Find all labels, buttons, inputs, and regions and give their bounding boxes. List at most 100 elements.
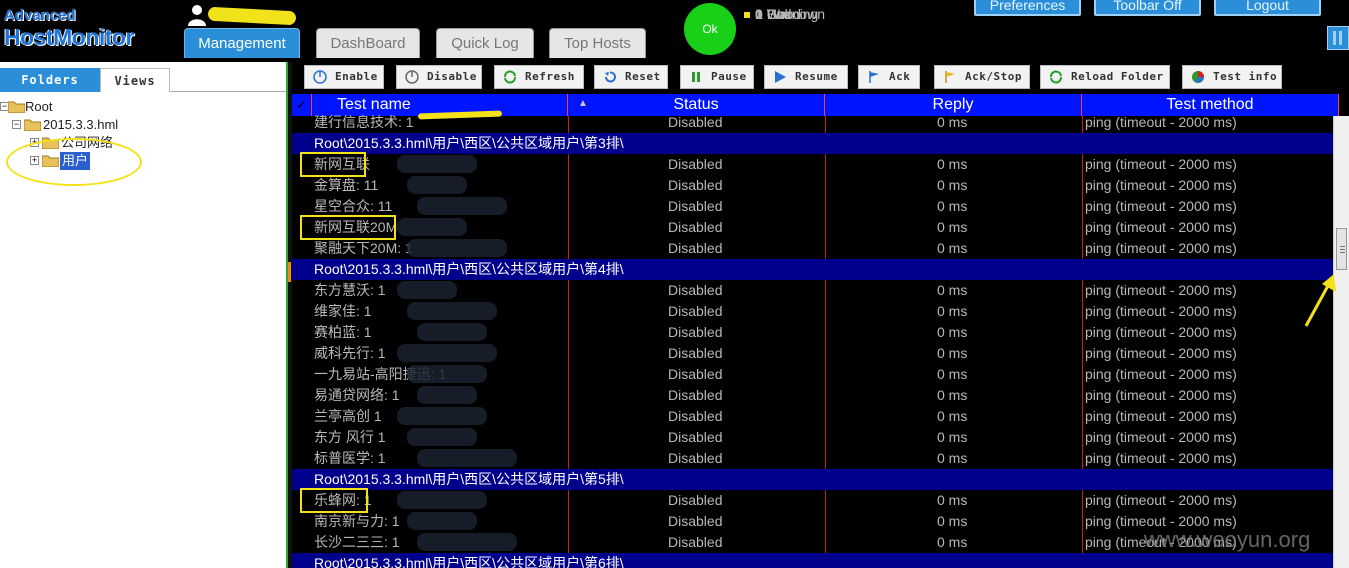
status-cell: Disabled (668, 114, 723, 130)
status-cell: Disabled (668, 450, 723, 466)
test-method-cell: ping (timeout - 2000 ms) (1085, 366, 1237, 382)
redacted-ip (397, 155, 477, 173)
folder-open-icon (24, 119, 41, 131)
test-name-cell: 维家佳: 1 (314, 303, 372, 319)
test-name-cell: 星空合众: 11 (314, 198, 393, 214)
status-cell: Disabled (668, 303, 723, 319)
reply-cell: 0 ms (937, 198, 968, 214)
tab-folders[interactable]: Folders (0, 68, 100, 92)
test-name-cell: 兰亭高创 1 (314, 408, 382, 424)
table-row[interactable]: 兰亭高创 1 Disabled 0 ms ping (timeout - 2000 m… (292, 406, 1339, 427)
redacted-ip (397, 407, 487, 425)
test-method-cell: ping (timeout - 2000 ms) (1085, 303, 1237, 319)
flag-icon (869, 71, 879, 83)
redacted-ip (417, 323, 487, 341)
scrollbar-thumb[interactable] (1336, 228, 1347, 270)
power-icon (405, 70, 419, 84)
table-row[interactable]: 易通贷网络: 1 Disabled 0 ms ping (timeout - 2000… (292, 385, 1339, 406)
tab-top-hosts[interactable]: Top Hosts (549, 28, 646, 58)
reload-folder-button[interactable]: Reload Folder (1040, 65, 1170, 89)
table-row[interactable]: 东方 风行 1 Disabled 0 ms ping (timeout - 2000 … (292, 427, 1339, 448)
reply-cell: 0 ms (937, 492, 968, 508)
disable-button[interactable]: Disable (396, 65, 482, 89)
table-row[interactable]: 标普医学: 1 Disabled 0 ms ping (timeout - 2000 … (292, 448, 1339, 469)
redacted-ip (407, 302, 497, 320)
redacted-ip (397, 344, 497, 362)
panel-bar-icon (1333, 31, 1336, 45)
toolbar-off-button[interactable]: Toolbar Off (1094, 0, 1201, 16)
power-icon (313, 70, 327, 84)
collapse-icon[interactable]: − (12, 120, 21, 129)
user-icon (188, 5, 206, 26)
reply-cell: 0 ms (937, 387, 968, 403)
reset-icon (605, 71, 616, 83)
pause-icon (692, 72, 700, 82)
reply-cell: 0 ms (937, 345, 968, 361)
status-cell: Disabled (668, 408, 723, 424)
ack-button[interactable]: Ack (858, 65, 920, 89)
preferences-button[interactable]: Preferences (974, 0, 1081, 16)
test-info-button[interactable]: Test info (1182, 65, 1282, 89)
table-row[interactable]: 赛柏蓝: 1 Disabled 0 ms ping (timeout - 2000 m… (292, 322, 1339, 343)
resume-button[interactable]: Resume (764, 65, 848, 89)
group-header-row[interactable]: Root\2015.3.3.hml\用户\西区\公共区域用户\第5排\ (292, 469, 1339, 490)
redacted-ip (407, 428, 477, 446)
table-row[interactable]: 新网互联20M Disabled 0 ms ping (timeout - 2000 … (292, 215, 1339, 240)
status-cell: Disabled (668, 219, 723, 235)
pie-icon (1192, 71, 1204, 83)
test-name-cell: 东方慧沃: 1 (314, 282, 386, 298)
tree-node-file[interactable]: − 2015.3.3.hml (0, 116, 200, 134)
vertical-scrollbar[interactable] (1333, 116, 1349, 568)
test-name-cell: 威科先行: 1 (314, 345, 386, 361)
table-row[interactable]: 威科先行: 1 Disabled 0 ms ping (timeout - 2000 … (292, 343, 1339, 364)
table-row[interactable]: 建行信息技术: 1 Disabled 0 ms ping (timeout - 200… (292, 112, 1339, 133)
test-method-cell: ping (timeout - 2000 ms) (1085, 450, 1237, 466)
enable-button[interactable]: Enable (304, 65, 384, 89)
reply-cell: 0 ms (937, 324, 968, 340)
group-header-row[interactable]: Root\2015.3.3.hml\用户\西区\公共区域用户\第4排\ (292, 259, 1339, 280)
reply-cell: 0 ms (937, 177, 968, 193)
table-row[interactable]: 新网互联 Disabled 0 ms ping (timeout - 2000 ms) (292, 152, 1339, 177)
status-cell: Disabled (668, 324, 723, 340)
redacted-ip (397, 281, 457, 299)
table-row[interactable]: 乐蜂网: 1 Disabled 0 ms ping (timeout - 2000 m… (292, 488, 1339, 513)
status-cell: Disabled (668, 492, 723, 508)
test-method-cell: ping (timeout - 2000 ms) (1085, 282, 1237, 298)
table-row[interactable]: 金算盘: 11 Disabled 0 ms ping (timeout - 2000 … (292, 175, 1339, 196)
test-name-cell: 易通贷网络: 1 (314, 387, 400, 403)
table-row[interactable]: 聚融天下20M: 1 Disabled 0 ms ping (timeout - 20… (292, 238, 1339, 259)
reply-cell: 0 ms (937, 219, 968, 235)
refresh-button[interactable]: Refresh (494, 65, 584, 89)
tab-management[interactable]: Management (184, 28, 300, 58)
pause-button[interactable]: Pause (680, 65, 754, 89)
thumb-grip (1340, 246, 1345, 247)
table-row[interactable]: 东方慧沃: 1 Disabled 0 ms ping (timeout - 2000 … (292, 280, 1339, 301)
test-method-cell: ping (timeout - 2000 ms) (1085, 177, 1237, 193)
status-cell: Disabled (668, 387, 723, 403)
tab-dashboard[interactable]: DashBoard (316, 28, 420, 58)
redacted-ip (417, 197, 507, 215)
test-name-cell: 长沙二三三: 1 (314, 534, 400, 550)
ack-stop-button[interactable]: Ack/Stop (934, 65, 1030, 89)
app-logo: Advanced HostMonitor (2, 4, 162, 52)
redacted-ip (417, 533, 517, 551)
table-row[interactable]: 一九易站-高阳捷迅: 1 Disabled 0 ms ping (timeout - … (292, 364, 1339, 385)
test-method-cell: ping (timeout - 2000 ms) (1085, 429, 1237, 445)
play-icon (775, 71, 786, 83)
table-row[interactable]: 星空合众: 11 Disabled 0 ms ping (timeout - 2000… (292, 196, 1339, 217)
splitter-grip[interactable] (288, 262, 291, 282)
group-header-row[interactable]: Root\2015.3.3.hml\用户\西区\公共区域用户\第6排\ (292, 553, 1339, 568)
tab-quick-log[interactable]: Quick Log (436, 28, 534, 58)
reset-button[interactable]: Reset (594, 65, 668, 89)
panel-toggle-button[interactable] (1327, 26, 1349, 50)
tree-node-root[interactable]: − Root (0, 98, 140, 116)
redacted-ip (407, 512, 477, 530)
status-ok-indicator[interactable]: Ok (684, 3, 736, 55)
logout-button[interactable]: Logout (1214, 0, 1321, 16)
table-row[interactable]: 维家佳: 1 Disabled 0 ms ping (timeout - 2000 m… (292, 301, 1339, 322)
tab-views[interactable]: Views (100, 68, 170, 92)
test-method-cell: ping (timeout - 2000 ms) (1085, 408, 1237, 424)
group-header-row[interactable]: Root\2015.3.3.hml\用户\西区\公共区域用户\第3排\ (292, 133, 1339, 154)
status-cell: Disabled (668, 198, 723, 214)
group-path: Root\2015.3.3.hml\用户\西区\公共区域用户\第5排\ (314, 471, 624, 487)
